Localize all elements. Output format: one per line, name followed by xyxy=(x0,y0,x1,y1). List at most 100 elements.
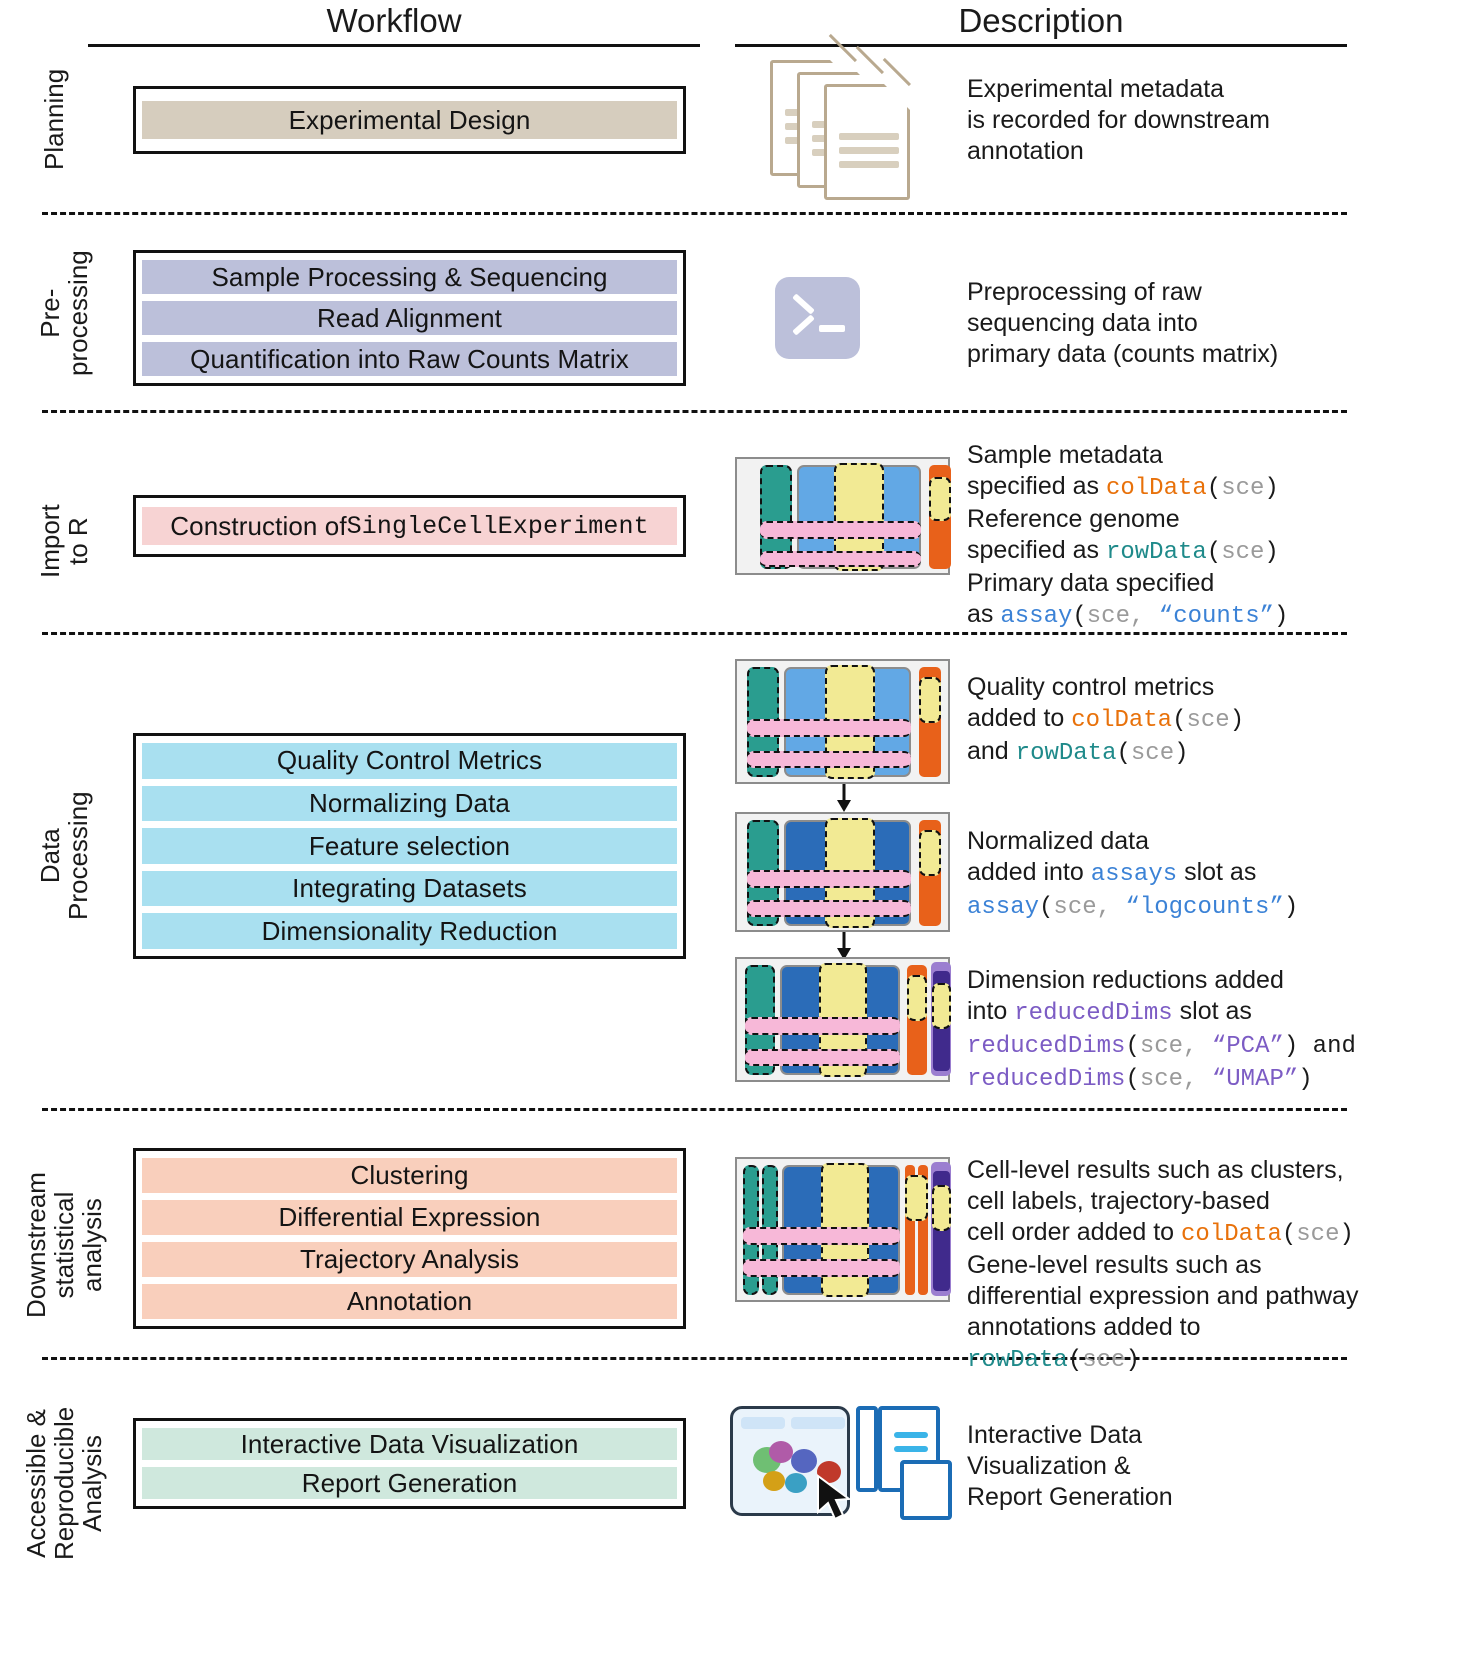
sce-rowhighlight-1 xyxy=(745,1017,900,1035)
section-label-line: statistical xyxy=(49,1191,80,1299)
description-line: as assay(sce, “counts”) xyxy=(967,600,1289,630)
description-data-processing-qc: Quality control metrics added to colData… xyxy=(967,672,1367,769)
section-label-line: Import xyxy=(35,504,65,578)
workflow-box-import: Construction of SingleCellExperiment xyxy=(133,495,686,557)
sce-schematic-qc-icon xyxy=(735,659,950,784)
workflow-step-annotation[interactable]: Annotation xyxy=(142,1284,677,1319)
description-line: specified as colData(sce) xyxy=(967,472,1279,502)
sce-reduceddims-highlight xyxy=(932,1185,951,1231)
workflow-step-sample-processing[interactable]: Sample Processing & Sequencing xyxy=(142,260,677,294)
description-line: sequencing data into xyxy=(967,309,1198,337)
section-separator-1 xyxy=(42,212,1347,215)
sce-rowhighlight-1 xyxy=(760,521,921,539)
flow-arrow-icon xyxy=(837,932,851,960)
sce-schematic-dimred-icon xyxy=(735,957,951,1082)
section-label-line: Accessible & xyxy=(21,1408,51,1558)
sce-rowhighlight-1 xyxy=(747,719,911,737)
step-label-plain: Construction of xyxy=(170,510,347,541)
terminal-icon xyxy=(775,277,860,359)
workflow-step-clustering[interactable]: Clustering xyxy=(142,1158,677,1193)
sce-schematic-norm-icon xyxy=(735,812,950,932)
sce-rowhighlight-2 xyxy=(745,1049,900,1066)
step-label-code: SingleCellExperiment xyxy=(346,511,649,541)
description-import: Sample metadata specified as colData(sce… xyxy=(967,440,1367,632)
sce-coldata-highlight xyxy=(905,1175,928,1221)
section-separator-3 xyxy=(42,632,1347,635)
workflow-box-preprocessing: Sample Processing & Sequencing Read Alig… xyxy=(133,250,686,386)
description-line: Reference genome xyxy=(967,505,1180,533)
sce-schematic-icon xyxy=(735,457,951,575)
section-label-preprocessing: Pre- processing xyxy=(35,250,94,376)
section-label-data-processing: Data Processing xyxy=(35,791,94,920)
workflow-step-normalizing[interactable]: Normalizing Data xyxy=(142,785,677,822)
description-line: Gene-level results such as xyxy=(967,1251,1262,1279)
section-label-line: Reproducible xyxy=(49,1406,80,1560)
description-line: Sample metadata xyxy=(967,441,1163,469)
section-label-import: Import to R xyxy=(35,504,93,578)
description-header-rule xyxy=(735,44,1347,47)
workflow-step-integrating-datasets[interactable]: Integrating Datasets xyxy=(142,870,677,907)
section-label-line: Processing xyxy=(63,791,94,920)
description-line: Primary data specified xyxy=(967,569,1215,597)
workflow-column-header: Workflow xyxy=(326,2,462,39)
description-preprocessing: Preprocessing of raw sequencing data int… xyxy=(967,277,1367,370)
sce-coldata-highlight xyxy=(907,975,927,1021)
workflow-step-read-alignment[interactable]: Read Alignment xyxy=(142,301,677,335)
description-line: annotation xyxy=(967,137,1084,165)
description-line: Normalized data xyxy=(967,827,1150,855)
description-line: Quality control metrics xyxy=(967,673,1215,701)
sce-coldata-highlight xyxy=(919,830,941,876)
sce-rowhighlight-2 xyxy=(760,551,921,567)
section-label-downstream: Downstream statistical analysis xyxy=(21,1172,108,1318)
description-data-processing-norm: Normalized data added into assays slot a… xyxy=(967,826,1367,923)
workflow-step-feature-selection[interactable]: Feature selection xyxy=(142,828,677,864)
description-line: into reducedDims slot as xyxy=(967,997,1252,1027)
workflow-step-quantification[interactable]: Quantification into Raw Counts Matrix xyxy=(142,342,677,376)
workflow-step-construction-sce[interactable]: Construction of SingleCellExperiment xyxy=(142,507,677,545)
workflow-header-rule xyxy=(88,44,700,47)
description-line: cell labels, trajectory-based xyxy=(967,1187,1270,1215)
description-planning: Experimental metadata is recorded for do… xyxy=(967,74,1367,167)
description-line: Cell-level results such as clusters, xyxy=(967,1156,1344,1184)
description-line: Report Generation xyxy=(967,1483,1173,1511)
description-line: differential expression and pathway xyxy=(967,1282,1359,1310)
section-label-line: processing xyxy=(63,250,94,376)
description-line: Preprocessing of raw xyxy=(967,278,1202,306)
description-line: and rowData(sce) xyxy=(967,737,1189,767)
description-data-processing-dimred: Dimension reductions added into reducedD… xyxy=(967,965,1387,1095)
workflow-step-experimental-design[interactable]: Experimental Design xyxy=(142,101,677,139)
documents-stack-icon xyxy=(770,33,920,200)
section-label-line: Analysis xyxy=(77,1434,108,1532)
description-column-header: Description xyxy=(958,2,1124,39)
section-label-line: analysis xyxy=(77,1198,108,1292)
workflow-box-planning: Experimental Design xyxy=(133,86,686,154)
description-accessible: Interactive Data Visualization & Report … xyxy=(967,1420,1367,1513)
sce-rowhighlight-1 xyxy=(743,1227,900,1245)
workflow-step-differential-expression[interactable]: Differential Expression xyxy=(142,1200,677,1235)
report-document-icon xyxy=(900,1460,952,1520)
workflow-step-trajectory-analysis[interactable]: Trajectory Analysis xyxy=(142,1242,677,1277)
sce-rowhighlight-2 xyxy=(743,1259,900,1277)
description-line: Visualization & xyxy=(967,1452,1131,1480)
workflow-step-interactive-visualization[interactable]: Interactive Data Visualization xyxy=(142,1428,677,1460)
description-line: is recorded for downstream xyxy=(967,106,1270,134)
description-line: added to colData(sce) xyxy=(967,704,1245,734)
description-line: primary data (counts matrix) xyxy=(967,340,1279,368)
workflow-step-report-generation[interactable]: Report Generation xyxy=(142,1467,677,1499)
section-separator-4 xyxy=(42,1108,1347,1111)
description-line: specified as rowData(sce) xyxy=(967,536,1279,566)
workflow-step-dimensionality-reduction[interactable]: Dimensionality Reduction xyxy=(142,913,677,949)
sce-rowhighlight-1 xyxy=(747,870,911,888)
description-downstream: Cell-level results such as clusters, cel… xyxy=(967,1155,1367,1376)
section-label-line: Data xyxy=(35,828,65,884)
description-line: cell order added to colData(sce) xyxy=(967,1218,1354,1248)
sce-rowhighlight-2 xyxy=(747,751,911,768)
sce-rowhighlight-2 xyxy=(747,900,911,917)
description-line: added into assays slot as xyxy=(967,858,1257,888)
section-label-line: Pre- xyxy=(35,288,65,338)
description-line: annotations added to rowData(sce) xyxy=(967,1313,1201,1374)
section-label-accessible: Accessible & Reproducible Analysis xyxy=(21,1406,108,1560)
report-document-icon xyxy=(856,1406,878,1492)
workflow-step-quality-control[interactable]: Quality Control Metrics xyxy=(142,743,677,779)
description-line: Interactive Data xyxy=(967,1421,1143,1449)
